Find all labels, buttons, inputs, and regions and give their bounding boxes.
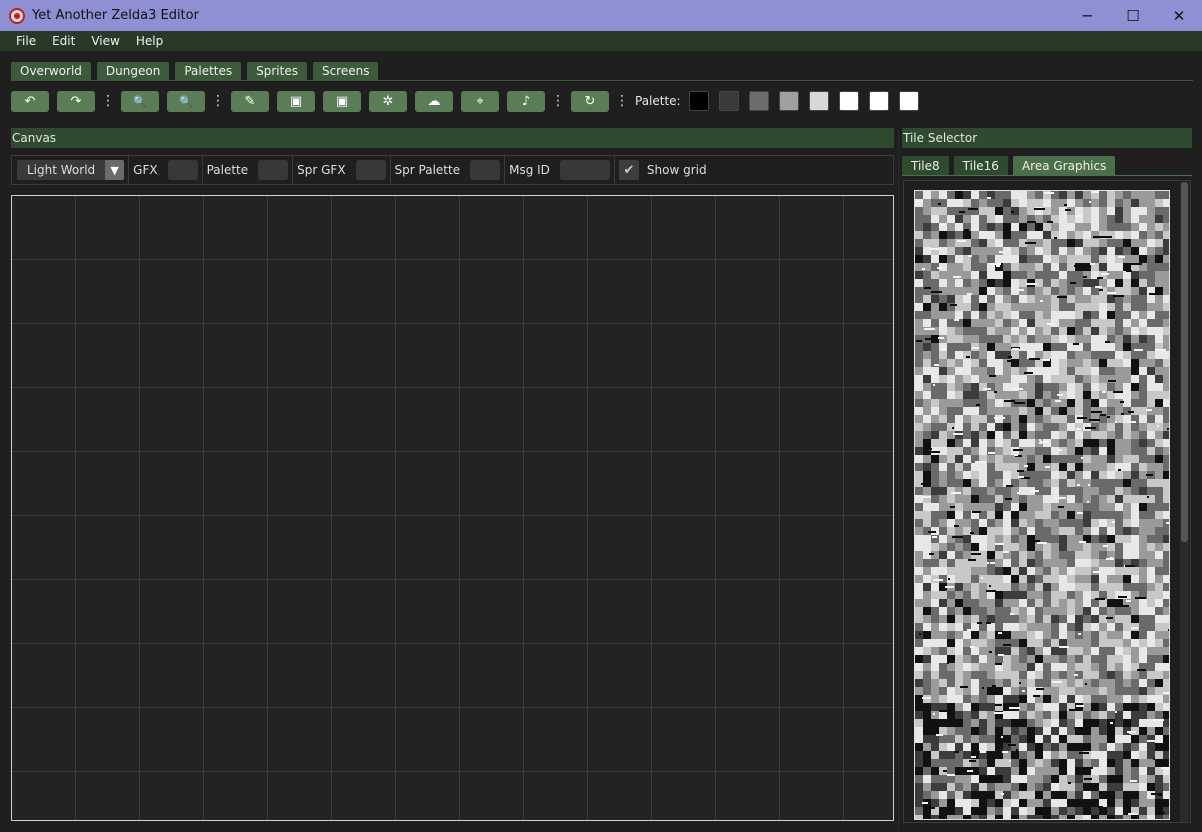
spr-gfx-label: Spr GFX	[297, 163, 346, 177]
tab-sprites[interactable]: Sprites	[247, 62, 307, 80]
world-select-value: Light World	[27, 163, 96, 177]
checkmark-icon: ✔	[623, 162, 635, 178]
spr-palette-input[interactable]	[470, 160, 501, 180]
redo-button[interactable]: ↷	[57, 90, 95, 112]
menu-bar: File Edit View Help	[0, 31, 1202, 51]
more-icon[interactable]: ⋮	[615, 91, 629, 111]
palette-field-label: Palette	[206, 163, 249, 177]
tile-selector-title: Tile Selector	[903, 131, 978, 145]
window-controls: ─ ☐ ✕	[1064, 0, 1202, 31]
tab-overworld[interactable]: Overworld	[11, 62, 91, 80]
graphics-tiles-image	[915, 191, 1169, 819]
toolbar: ↶ ↷ ⋮ 🔍 🔍 ⋮ ✎ ▣ ▣ ✲ ☁ ⌖ ♪ ⋮ ↻ ⋮ Palette:	[11, 90, 929, 112]
more-icon[interactable]: ⋮	[211, 91, 225, 111]
palette-swatch[interactable]	[718, 91, 739, 111]
msg-id-input[interactable]	[559, 160, 610, 180]
spr-palette-cell: Spr Palette	[391, 155, 506, 185]
tile-selector-header: Tile Selector	[902, 128, 1192, 148]
refresh-button[interactable]: ↻	[571, 90, 609, 112]
palette-swatch[interactable]	[688, 91, 709, 111]
palette-input[interactable]	[258, 160, 289, 180]
app-icon	[9, 7, 25, 24]
spr-palette-label: Spr Palette	[394, 163, 461, 177]
tab-area-graphics[interactable]: Area Graphics	[1012, 156, 1116, 175]
canvas-options-bar: Light World ▼ GFX Palette Spr GFX Spr Pa…	[11, 155, 894, 185]
refresh-icon: ↻	[584, 93, 596, 109]
location-pin-icon: ⌖	[476, 93, 484, 109]
zoom-in-icon: 🔍	[179, 94, 193, 108]
editor-tabs: Overworld Dungeon Palettes Sprites Scree…	[11, 62, 379, 80]
sprite-button[interactable]: ☁	[415, 90, 453, 112]
msg-id-label: Msg ID	[509, 163, 550, 177]
panel-splitter[interactable]	[898, 130, 899, 830]
show-grid-cell: ✔ Show grid	[615, 155, 721, 185]
gfx-label: GFX	[133, 163, 158, 177]
spr-gfx-input[interactable]	[355, 160, 386, 180]
world-select[interactable]: Light World ▼	[17, 160, 125, 180]
music-button[interactable]: ♪	[507, 90, 545, 112]
show-grid-label: Show grid	[646, 163, 707, 177]
more-icon[interactable]: ⋮	[101, 91, 115, 111]
palette-swatch[interactable]	[748, 91, 769, 111]
menu-file[interactable]: File	[8, 34, 44, 48]
zoom-out-icon: 🔍	[133, 94, 147, 108]
spr-gfx-cell: Spr GFX	[293, 155, 391, 185]
draw-tile-button[interactable]: ✎	[231, 90, 269, 112]
undo-button[interactable]: ↶	[11, 90, 49, 112]
gfx-input[interactable]	[167, 160, 198, 180]
tile-selector-tabs: Tile8 Tile16 Area Graphics	[902, 156, 1116, 175]
transport-button[interactable]: ⌖	[461, 90, 499, 112]
canvas-panel-header: Canvas	[11, 128, 894, 148]
tab-tile8[interactable]: Tile8	[902, 156, 949, 175]
palette-swatch[interactable]	[778, 91, 799, 111]
tab-tile16[interactable]: Tile16	[953, 156, 1008, 175]
tab-underline	[11, 80, 1193, 81]
menu-edit[interactable]: Edit	[44, 34, 83, 48]
more-icon[interactable]: ⋮	[551, 91, 565, 111]
item-button[interactable]: ✲	[369, 90, 407, 112]
scrollbar-thumb[interactable]	[1181, 182, 1188, 542]
chevron-down-icon[interactable]: ▼	[105, 160, 125, 180]
close-button[interactable]: ✕	[1156, 0, 1202, 31]
palette-cell: Palette	[203, 155, 294, 185]
item-icon: ✲	[382, 93, 394, 109]
window-title: Yet Another Zelda3 Editor	[32, 8, 199, 23]
canvas-title: Canvas	[12, 131, 57, 145]
tile-tab-underline	[902, 175, 1192, 176]
entrance-button[interactable]: ▣	[277, 90, 315, 112]
tab-dungeon[interactable]: Dungeon	[96, 62, 170, 80]
gfx-cell: GFX	[129, 155, 203, 185]
area-graphics-sheet[interactable]	[914, 190, 1170, 820]
menu-help[interactable]: Help	[128, 34, 171, 48]
palette-label: Palette:	[635, 94, 681, 108]
world-select-cell: Light World ▼	[12, 155, 130, 185]
menu-view[interactable]: View	[83, 34, 127, 48]
exit-button[interactable]: ▣	[323, 90, 361, 112]
palette-swatch[interactable]	[838, 91, 859, 111]
palette-swatch[interactable]	[868, 91, 889, 111]
entrance-icon: ▣	[289, 93, 303, 109]
draw-icon: ✎	[244, 93, 256, 109]
undo-icon: ↶	[24, 93, 36, 109]
palette-swatch[interactable]	[898, 91, 919, 111]
title-bar: Yet Another Zelda3 Editor ─ ☐ ✕	[0, 0, 1202, 31]
redo-icon: ↷	[70, 93, 82, 109]
maximize-button[interactable]: ☐	[1110, 0, 1156, 31]
zoom-out-button[interactable]: 🔍	[121, 90, 159, 112]
tile-selector-scrollbar[interactable]	[1180, 182, 1189, 822]
msg-id-cell: Msg ID	[505, 155, 615, 185]
music-icon: ♪	[521, 93, 531, 109]
show-grid-checkbox[interactable]: ✔	[618, 160, 639, 180]
zoom-in-button[interactable]: 🔍	[167, 90, 205, 112]
exit-icon: ▣	[335, 93, 349, 109]
tab-screens[interactable]: Screens	[312, 62, 379, 80]
sprite-icon: ☁	[427, 93, 441, 109]
tab-palettes[interactable]: Palettes	[175, 62, 242, 80]
overworld-canvas[interactable]	[11, 195, 894, 821]
minimize-button[interactable]: ─	[1064, 0, 1110, 31]
palette-swatch[interactable]	[808, 91, 829, 111]
